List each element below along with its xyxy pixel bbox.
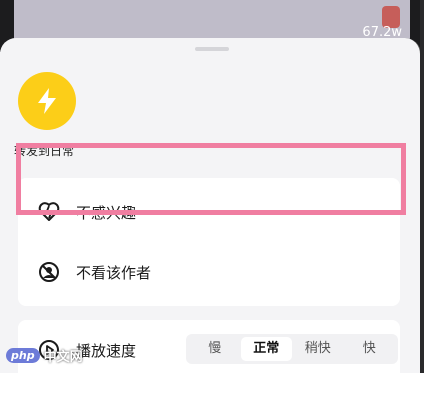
speed-option-normal[interactable]: 正常 bbox=[240, 337, 292, 361]
speed-option-fast[interactable]: 快 bbox=[344, 337, 396, 361]
highlight-frame bbox=[16, 143, 406, 215]
share-circle[interactable] bbox=[18, 72, 76, 130]
playback-speed-label: 播放速度 bbox=[76, 341, 137, 360]
watermark-badge: php bbox=[6, 348, 40, 363]
block-user-icon bbox=[36, 259, 62, 285]
speed-option-slightly-fast[interactable]: 稍快 bbox=[292, 337, 344, 361]
watermark: php 中文网 bbox=[6, 346, 83, 365]
watermark-text: 中文网 bbox=[43, 350, 83, 365]
block-author-label: 不看该作者 bbox=[76, 263, 152, 282]
edge-bar bbox=[420, 0, 424, 373]
speed-option-slow[interactable]: 慢 bbox=[189, 337, 241, 361]
block-author-item[interactable]: 不看该作者 bbox=[18, 242, 400, 302]
lightning-icon bbox=[38, 88, 56, 114]
sheet-grabber[interactable] bbox=[195, 47, 229, 51]
playback-speed-card: 播放速度 慢 正常 稍快 快 bbox=[18, 320, 400, 411]
speed-selector[interactable]: 慢 正常 稍快 快 bbox=[186, 334, 398, 364]
